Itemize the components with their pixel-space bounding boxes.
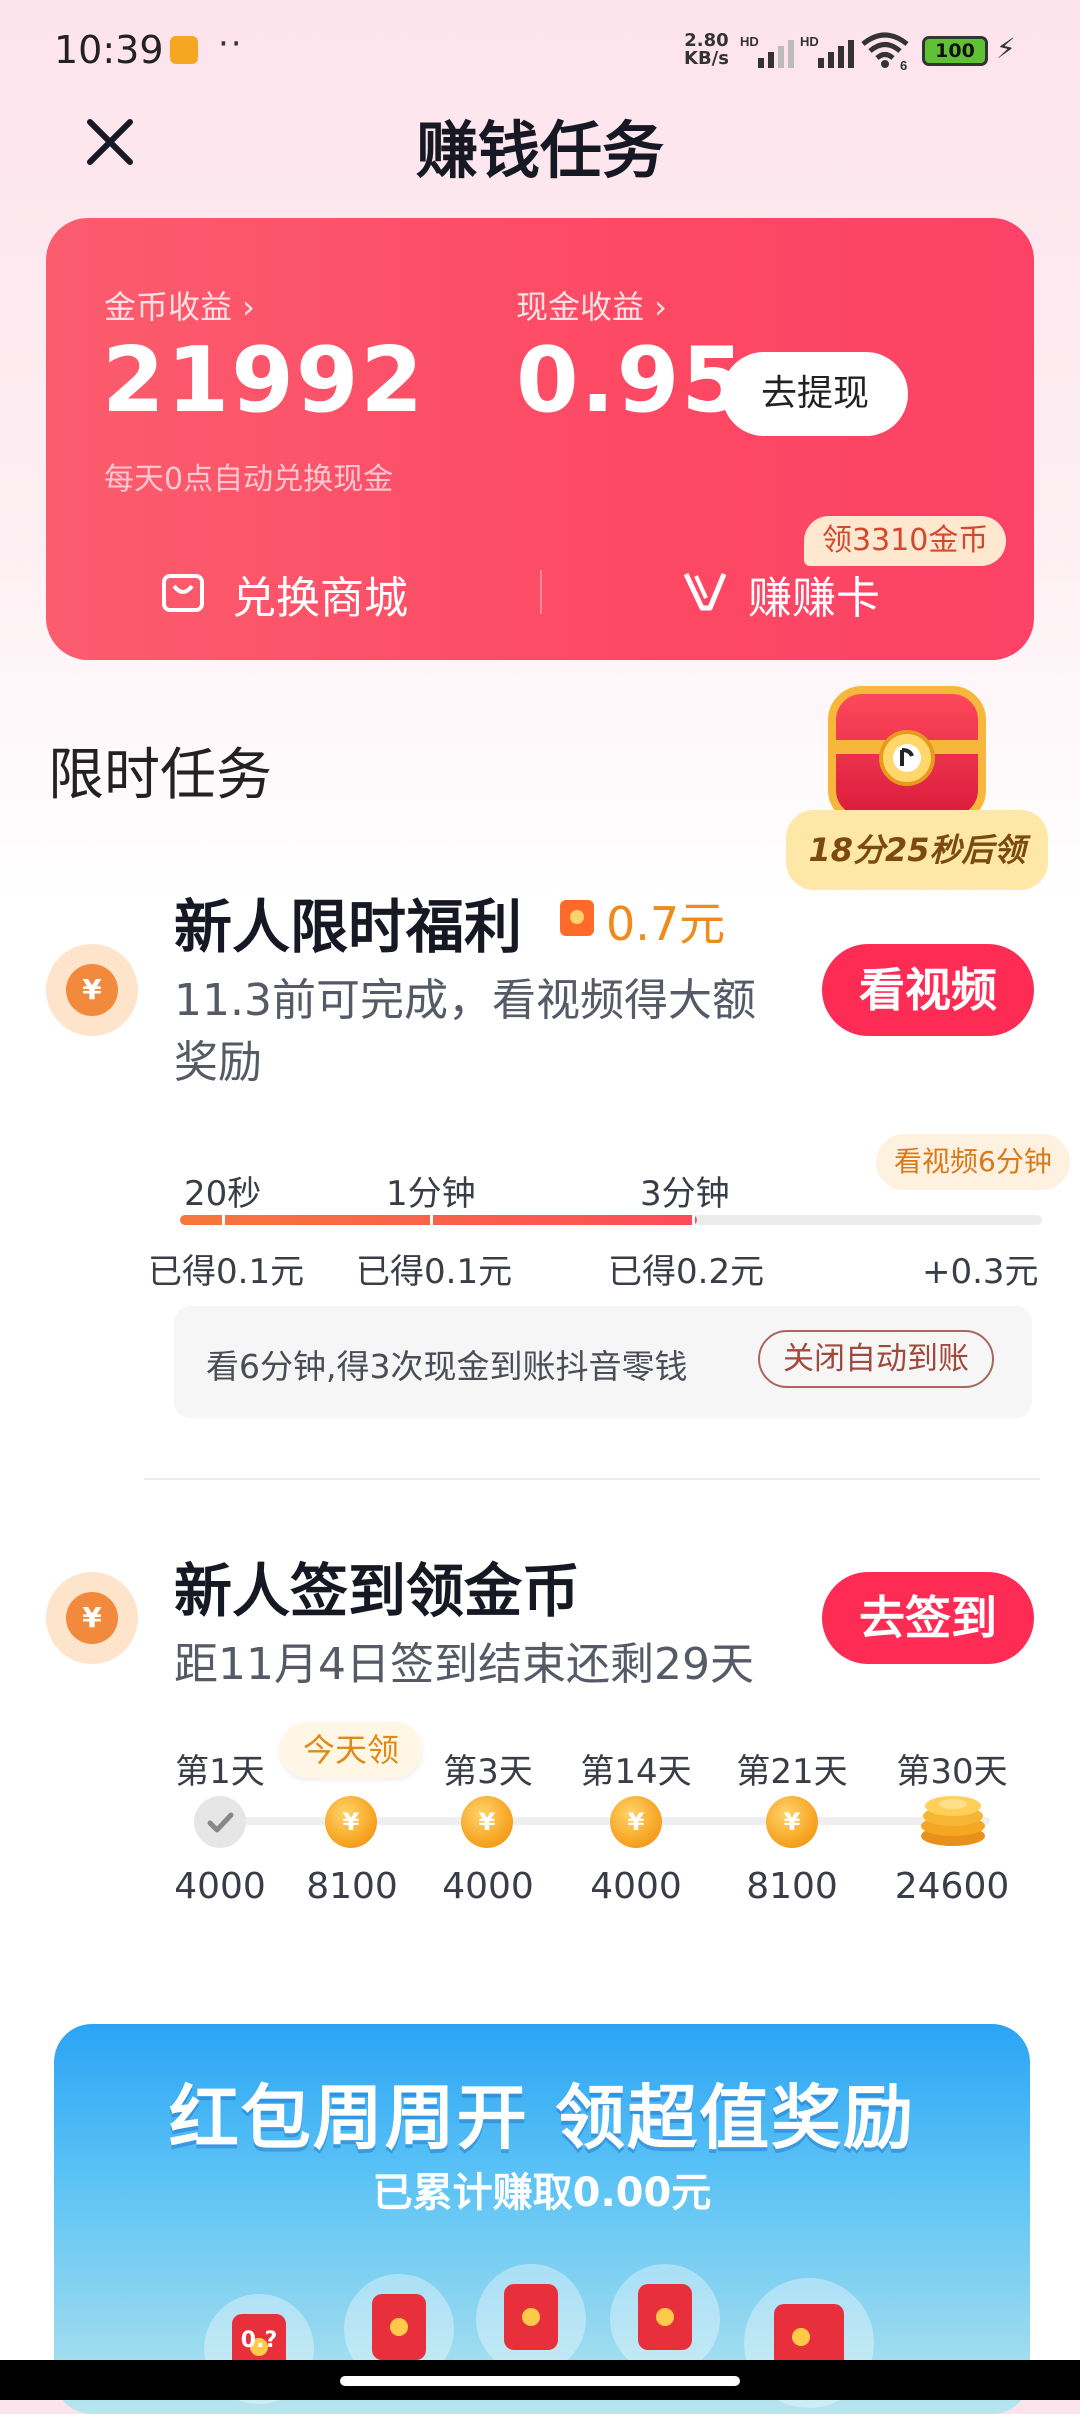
withdraw-button[interactable]: 去提现 [722, 352, 908, 436]
checkin-day-amount: 24600 [894, 1866, 1010, 1907]
red-packet-bubble[interactable] [476, 2264, 586, 2374]
checkin-done-node [194, 1796, 246, 1848]
sim2-label: HD [800, 34, 819, 49]
checkin-coin-node: ¥ [325, 1796, 377, 1848]
disable-auto-payout-button[interactable]: 关闭自动到账 [758, 1330, 994, 1388]
wifi-icon: 6 [860, 30, 910, 73]
checkin-day-amount: 4000 [590, 1866, 682, 1907]
task-reward-value: 0.7元 [606, 897, 726, 951]
network-speed: 2.80 KB/s [684, 32, 729, 68]
earnings-card: 金币收益 › 21992 每天0点自动兑换现金 现金收益 › 0.95 去提现 … [46, 218, 1034, 660]
red-packet-label: 0.? [240, 2328, 278, 2353]
milestone-amount-2: 已得0.1元 [356, 1252, 513, 1292]
red-packet-bubble[interactable] [610, 2264, 720, 2374]
checkmark-icon [207, 1812, 234, 1833]
more-notifications-icon: ·· [218, 24, 244, 64]
divider [144, 1478, 1040, 1480]
checkin-description: 距11月4日签到结束还剩29天 [174, 1639, 754, 1690]
auto-payout-text: 看6分钟,得3次现金到账抖音零钱 [206, 1347, 688, 1386]
v-card-icon [683, 572, 727, 611]
checkin-button[interactable]: 去签到 [822, 1572, 1034, 1664]
progress-tick [430, 1211, 433, 1229]
milestone-time-4: 看视频6分钟 [876, 1134, 1070, 1190]
checkin-coin-node: ¥ [461, 1796, 513, 1848]
coin-symbol: ¥ [66, 1592, 118, 1644]
red-packet-icon [560, 900, 594, 936]
page-title: 赚钱任务 [415, 114, 664, 187]
watch-video-button[interactable]: 看视频 [822, 944, 1034, 1036]
checkin-day-label: 第1天 [175, 1752, 265, 1792]
section-title-limited: 限时任务 [48, 743, 272, 808]
chest-timer: 18分25秒后领 [786, 810, 1048, 890]
task-description: 11.3前可完成，看视频得大额 奖励 [174, 970, 814, 1094]
task-description-line2: 奖励 [174, 1037, 262, 1088]
coin-symbol: ¥ [66, 964, 118, 1016]
progress-tick [692, 1211, 695, 1229]
cash-earnings-link[interactable]: 现金收益 › [516, 282, 667, 328]
yuan-coin-icon: ¥ [46, 1572, 138, 1664]
banner-subtitle: 已累计赚取0.00元 [372, 2170, 712, 2216]
checkin-coin-node: ¥ [766, 1796, 818, 1848]
milestone-amount-4: +0.3元 [922, 1252, 1039, 1292]
promo-chip: 领3310金币 [804, 516, 1007, 566]
notification-app-icon [170, 36, 198, 64]
task-title-checkin: 新人签到领金币 [174, 1557, 581, 1625]
coin-earnings-link[interactable]: 金币收益 › [104, 282, 255, 328]
checkin-day-amount: 4000 [442, 1866, 534, 1907]
battery-icon: 100 [922, 36, 988, 66]
weekly-red-packet-banner[interactable]: 红包周周开 领超值奖励 已累计赚取0.00元 0.? [54, 2024, 1030, 2414]
milestone-time-3: 3分钟 [640, 1174, 730, 1214]
yuan-coin-icon: ¥ [46, 944, 138, 1036]
checkin-day-label: 第3天 [443, 1752, 533, 1792]
milestone-amount-3: 已得0.2元 [608, 1252, 765, 1292]
checkin-day-label: 第14天 [580, 1752, 692, 1792]
coin-earnings-value: 21992 [102, 328, 426, 433]
exchange-store-label: 兑换商城 [232, 573, 408, 624]
auto-payout-info: 看6分钟,得3次现金到账抖音零钱 关闭自动到账 [174, 1306, 1032, 1418]
progress-fill [180, 1215, 697, 1225]
checkin-day-amount: 8100 [746, 1866, 838, 1907]
milestone-time-1: 20秒 [184, 1174, 262, 1214]
today-tag: 今天领 [280, 1722, 422, 1778]
sim1-label: HD [740, 34, 759, 49]
milestone-time-2: 1分钟 [386, 1174, 476, 1214]
signal-sim2-icon: HD [800, 34, 860, 70]
banner-title: 红包周周开 领超值奖励 [168, 2077, 916, 2159]
coin-exchange-note: 每天0点自动兑换现金 [104, 462, 394, 497]
charging-icon: ⚡ [996, 32, 1016, 65]
home-indicator[interactable] [340, 2376, 740, 2386]
earn-card-label: 赚赚卡 [748, 573, 880, 624]
cash-earnings-value: 0.95 [516, 328, 747, 433]
milestone-amount-1: 已得0.1元 [148, 1252, 305, 1292]
checkin-day-label: 第21天 [736, 1752, 848, 1792]
coin-pile-icon [916, 1780, 990, 1850]
signal-sim1-icon: HD [740, 34, 800, 70]
task-title-newbie-bonus: 新人限时福利 [174, 893, 523, 961]
progress-tick [222, 1211, 225, 1229]
status-time: 10:39 [54, 28, 164, 72]
card-divider [540, 570, 542, 614]
task-description-line1: 11.3前可完成，看视频得大额 [174, 975, 756, 1026]
shopping-bag-icon [162, 574, 204, 612]
checkin-coin-node: ¥ [610, 1796, 662, 1848]
wifi-label: 6 [900, 58, 907, 70]
network-speed-unit: KB/s [684, 48, 729, 69]
